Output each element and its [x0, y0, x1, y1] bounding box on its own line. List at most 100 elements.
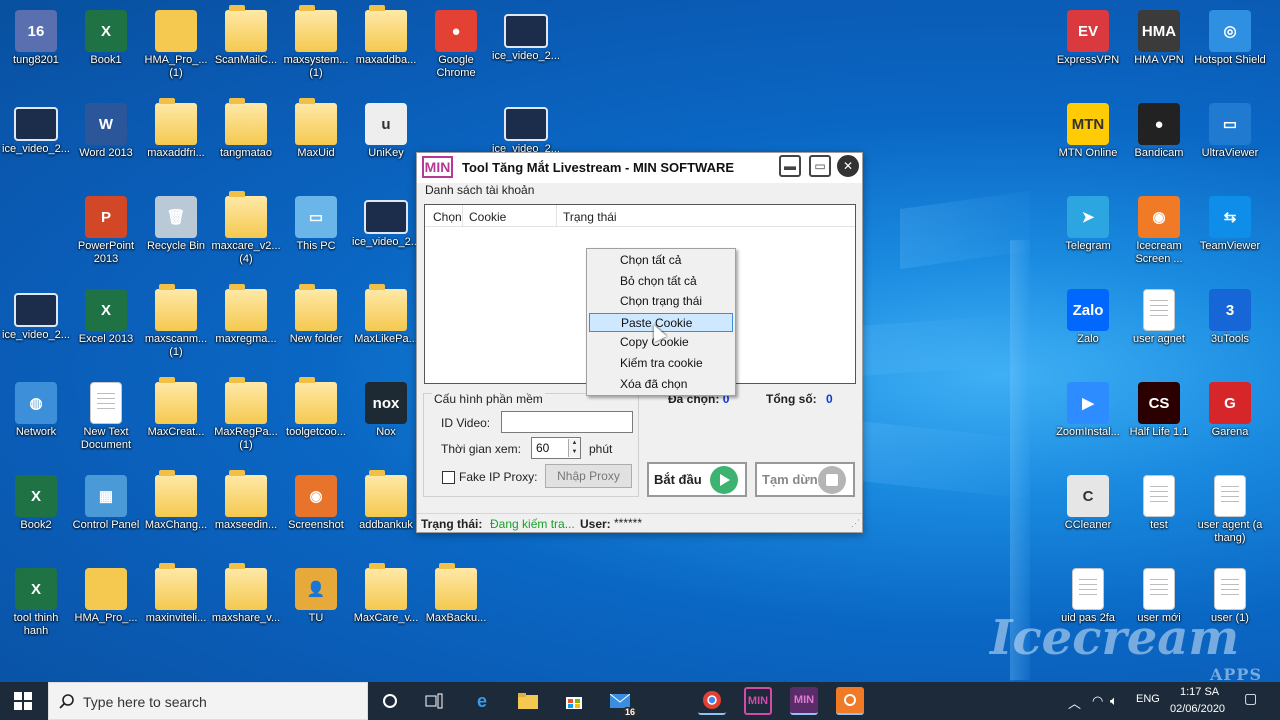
desktop-icon-addbankuk[interactable]: addbankuk	[350, 469, 422, 561]
desktop-icon-maxregma[interactable]: maxregma...	[210, 283, 282, 375]
desktop-icon-hma-pro-1[interactable]: HMA_Pro_... (1)	[140, 4, 212, 96]
desktop-icon-maxcare-v[interactable]: MaxCare_v...	[350, 562, 422, 654]
desktop-icon-nox[interactable]: nox Nox	[350, 376, 422, 468]
start-button[interactable]	[0, 682, 46, 720]
desktop-icon-unikey[interactable]: u UniKey	[350, 97, 422, 189]
desktop-icon-maxshare-v[interactable]: maxshare_v...	[210, 562, 282, 654]
desktop-icon-hotspot-shield[interactable]: ◎ Hotspot Shield	[1194, 4, 1266, 96]
desktop-icon-control-panel[interactable]: ▦ Control Panel	[70, 469, 142, 561]
desktop-icon-google-chrome[interactable]: ● Google Chrome	[420, 4, 492, 96]
fake-ip-proxy-checkbox[interactable]	[442, 471, 455, 484]
desktop-icon-this-pc[interactable]: ▭ This PC	[280, 190, 352, 282]
menu-item-deselect-all[interactable]: Bỏ chọn tất cả	[589, 272, 733, 291]
clock-date[interactable]: 02/06/2020	[1170, 703, 1225, 715]
desktop-icon-ice-video-5[interactable]: ice_video_2...	[0, 283, 72, 375]
desktop-icon-zalo[interactable]: Zalo Zalo	[1052, 283, 1124, 375]
icecream-taskbar-icon[interactable]	[836, 687, 864, 715]
clock-time[interactable]: 1:17 SA	[1180, 686, 1219, 698]
title-bar[interactable]: MIN Tool Tăng Mắt Livestream - MIN SOFTW…	[417, 153, 862, 183]
desktop-icon-expressvpn[interactable]: EV ExpressVPN	[1052, 4, 1124, 96]
desktop-icon-new-text-doc[interactable]: New Text Document	[70, 376, 142, 468]
chrome-taskbar-icon[interactable]	[698, 687, 726, 715]
menu-item-delete-selected[interactable]: Xóa đã chọn	[589, 375, 733, 394]
taskbar-search-box[interactable]: Type here to search	[48, 682, 368, 720]
column-select[interactable]: Chọn	[433, 210, 462, 224]
desktop-icon-maxaddfri[interactable]: maxaddfri...	[140, 97, 212, 189]
desktop-icon-user-agent-a-thang[interactable]: user agent (a thang)	[1194, 469, 1266, 561]
desktop-icon-new-folder[interactable]: New folder	[280, 283, 352, 375]
close-button[interactable]: ✕	[837, 155, 859, 177]
desktop-icon-maxchang[interactable]: MaxChang...	[140, 469, 212, 561]
desktop-icon-ice-video-4[interactable]: ice_video_2...	[350, 190, 422, 282]
desktop-icon-maxregpa-1[interactable]: MaxRegPa... (1)	[210, 376, 282, 468]
desktop-icon-maxuid[interactable]: MaxUid	[280, 97, 352, 189]
menu-item-select-status[interactable]: Chọn trạng thái	[589, 292, 733, 311]
desktop-icon-test[interactable]: test	[1123, 469, 1195, 561]
desktop-icon-maxaddba[interactable]: maxaddba...	[350, 4, 422, 96]
minimize-button[interactable]: ▬	[779, 155, 801, 177]
desktop-icon-word-2013[interactable]: W Word 2013	[70, 97, 142, 189]
desktop-icon-ice-video-1[interactable]: ice_video_2...	[490, 4, 562, 96]
file-explorer-icon[interactable]	[514, 687, 542, 715]
desktop-icon-network[interactable]: ◍ Network	[0, 376, 72, 468]
mail-icon[interactable]: 16	[606, 687, 638, 717]
desktop-icon-book1[interactable]: X Book1	[70, 4, 142, 96]
wifi-icon[interactable]: ◠	[1092, 693, 1103, 709]
desktop-icon-hma-vpn[interactable]: HMA HMA VPN	[1123, 4, 1195, 96]
desktop-icon-user-agnet[interactable]: user agnet	[1123, 283, 1195, 375]
desktop-icon-bandicam[interactable]: ● Bandicam	[1123, 97, 1195, 189]
watch-time-stepper[interactable]: ▲ ▼	[568, 439, 580, 457]
desktop-icon-zoominstal[interactable]: ▶ ZoomInstal...	[1052, 376, 1124, 468]
desktop-icon-tangmatao[interactable]: tangmatao	[210, 97, 282, 189]
desktop-icon-half-life[interactable]: CS Half Life 1.1	[1123, 376, 1195, 468]
desktop-icon-maxbacku[interactable]: MaxBacku...	[420, 562, 492, 654]
desktop-icon-toolgetcoo[interactable]: toolgetcoo...	[280, 376, 352, 468]
start-button[interactable]: Bắt đầu	[647, 462, 747, 497]
language-indicator[interactable]: ENG	[1136, 693, 1160, 705]
store-icon[interactable]	[560, 687, 588, 715]
column-cookie[interactable]: Cookie	[469, 210, 506, 224]
resize-grip-icon[interactable]: ⋰	[851, 518, 860, 529]
desktop-icon-garena[interactable]: G Garena	[1194, 376, 1266, 468]
desktop-icon-screenshot[interactable]: ◉ Screenshot	[280, 469, 352, 561]
desktop-icon-teamviewer[interactable]: ⇆ TeamViewer	[1194, 190, 1266, 282]
desktop-icon-book2[interactable]: X Book2	[0, 469, 72, 561]
desktop-icon-maxcare-v2-4[interactable]: maxcare_v2... (4)	[210, 190, 282, 282]
desktop-icon-telegram[interactable]: ➤ Telegram	[1052, 190, 1124, 282]
import-proxy-button[interactable]: Nhập Proxy	[545, 464, 632, 488]
edge-icon[interactable]: e	[468, 687, 496, 715]
min-software-taskbar-icon[interactable]: MIN	[744, 687, 772, 715]
tray-chevron-icon[interactable]: ︿	[1068, 693, 1081, 712]
cortana-icon[interactable]	[376, 687, 404, 715]
desktop-icon-excel-2013[interactable]: X Excel 2013	[70, 283, 142, 375]
desktop-icon-tool-thinh-hanh[interactable]: Xtool thinh hanh	[0, 562, 72, 654]
desktop-icon-mtn-online[interactable]: MTN MTN Online	[1052, 97, 1124, 189]
menu-item-select-all[interactable]: Chọn tất cả	[589, 251, 733, 270]
maximize-button[interactable]: ▭	[809, 155, 831, 177]
desktop-icon-recycle-bin[interactable]: 🗑 Recycle Bin	[140, 190, 212, 282]
desktop-icon-powerpoint-2013[interactable]: P PowerPoint 2013	[70, 190, 142, 282]
desktop-icon-ccleaner[interactable]: C CCleaner	[1052, 469, 1124, 561]
desktop-icon-ultraviewer[interactable]: ▭ UltraViewer	[1194, 97, 1266, 189]
desktop-icon-maxseedin[interactable]: maxseedin...	[210, 469, 282, 561]
desktop-icon-maxinviteli[interactable]: maxinviteli...	[140, 562, 212, 654]
task-view-icon[interactable]	[420, 687, 448, 715]
desktop-icon-maxsystem-1[interactable]: maxsystem... (1)	[280, 4, 352, 96]
watch-time-input[interactable]: 60 ▲ ▼	[531, 437, 581, 459]
desktop-icon-ice-video-2[interactable]: ice_video_2...	[0, 97, 72, 189]
desktop-icon-maxscanm-1[interactable]: maxscanm... (1)	[140, 283, 212, 375]
min-software-active-taskbar-icon[interactable]: MIN	[790, 687, 818, 715]
pause-button[interactable]: Tạm dừng	[755, 462, 855, 497]
desktop-icon-maxcreat[interactable]: MaxCreat...	[140, 376, 212, 468]
desktop-icon-tung8201[interactable]: 16 tung8201	[0, 4, 72, 96]
column-status[interactable]: Trạng thái	[563, 210, 617, 224]
volume-icon[interactable]: 🔈︎	[1110, 693, 1118, 709]
desktop-icon-scanmailc[interactable]: ScanMailC...	[210, 4, 282, 96]
desktop-icon-icecream-screen[interactable]: ◉ Icecream Screen ...	[1123, 190, 1195, 282]
menu-item-check-cookie[interactable]: Kiếm tra cookie	[589, 354, 733, 373]
notification-icon[interactable]: ▢	[1244, 690, 1257, 707]
desktop-icon-hma-pro-2[interactable]: HMA_Pro_...	[70, 562, 142, 654]
desktop-icon-tu[interactable]: 👤 TU	[280, 562, 352, 654]
id-video-input[interactable]	[501, 411, 633, 433]
desktop-icon-3utools[interactable]: 3 3uTools	[1194, 283, 1266, 375]
